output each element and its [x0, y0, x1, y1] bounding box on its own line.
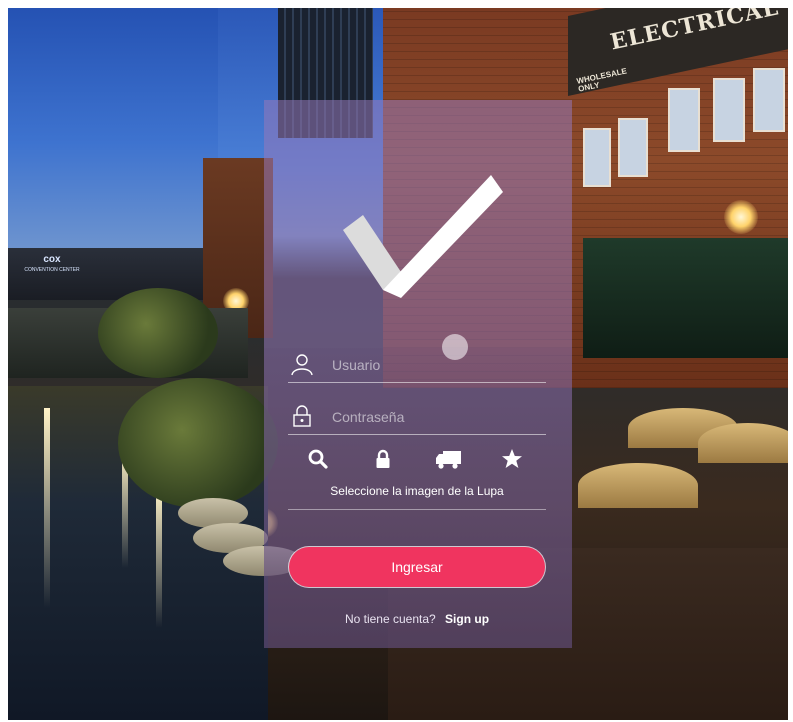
- tree: [118, 378, 278, 508]
- lock-outline-icon: [293, 405, 311, 427]
- lock-icon: [376, 449, 390, 468]
- tree: [98, 288, 218, 378]
- shopfront: [583, 238, 788, 358]
- light-reflection: [156, 488, 162, 628]
- convention-center-sign: cox CONVENTION CENTER: [22, 255, 82, 275]
- user-icon: [291, 354, 313, 376]
- truck-image-option[interactable]: [435, 448, 463, 470]
- convention-sign-subtext: CONVENTION CENTER: [24, 267, 80, 273]
- lock-image-option[interactable]: [371, 448, 395, 470]
- light-reflection: [44, 408, 50, 608]
- patio-umbrella: [578, 463, 698, 508]
- username-input[interactable]: [330, 352, 534, 378]
- signup-link[interactable]: Sign up: [445, 612, 489, 626]
- window: [713, 78, 745, 142]
- search-icon: [308, 449, 328, 469]
- hint-divider: [288, 509, 546, 510]
- window: [753, 68, 785, 132]
- street-lamp: [724, 200, 758, 234]
- password-field: [288, 400, 546, 435]
- star-icon: [502, 449, 522, 468]
- no-account-text: No tiene cuenta?: [344, 612, 436, 626]
- image-selection-hint: Seleccione la imagen de la Lupa: [330, 484, 504, 498]
- convention-sign-text: cox: [43, 254, 61, 265]
- signup-row: No tiene cuenta? Sign up: [288, 612, 546, 626]
- checkmark-logo-icon: [343, 175, 503, 298]
- star-image-option[interactable]: [500, 448, 524, 470]
- patio-umbrella: [698, 423, 788, 463]
- window: [618, 118, 648, 177]
- search-image-option[interactable]: [306, 448, 330, 470]
- login-button[interactable]: Ingresar: [289, 547, 545, 587]
- window: [583, 128, 611, 187]
- truck-icon: [436, 451, 461, 469]
- password-input[interactable]: [330, 404, 534, 430]
- window: [668, 88, 700, 152]
- sky: [8, 8, 218, 253]
- username-field: [288, 348, 546, 383]
